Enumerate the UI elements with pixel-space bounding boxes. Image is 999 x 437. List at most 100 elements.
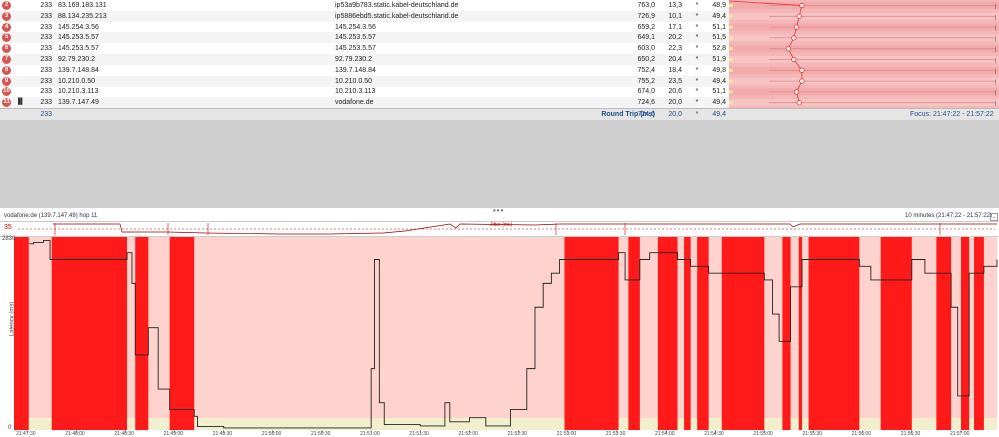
x-tick-label: 21:49:30 [212, 431, 233, 437]
summary-count: 233 [40, 111, 52, 118]
hop-graph-end-marker: | [995, 101, 996, 107]
x-tick-label: 21:53:00 [556, 431, 577, 437]
packet-loss-bar [808, 237, 860, 430]
summary-star: * [695, 111, 699, 118]
hop-count: 233 [40, 88, 52, 96]
hop-graph-point [799, 67, 805, 73]
x-tick-label: 21:57:00 [949, 431, 970, 437]
x-tick-label: 21:53:30 [605, 431, 626, 437]
hop-graph-end-marker: | [995, 69, 996, 75]
hop-graph-end-marker: | [995, 47, 996, 53]
hop-star: * [695, 56, 699, 63]
x-tick-label: 21:49:00 [163, 431, 184, 437]
empty-area [0, 120, 999, 208]
hop-packet-loss: 13,3 [668, 2, 682, 9]
hop-count: 233 [40, 56, 52, 63]
hop-number-badge: 9 [2, 76, 11, 86]
hop-hostname: 10.210.3.113 [335, 88, 376, 96]
packet-loss-bar [135, 237, 149, 430]
hop-hostname: 92.79.230.2 [335, 56, 372, 63]
graph-icon[interactable]: ▐▌ [16, 97, 25, 108]
hop-packet-loss: 20,4 [668, 56, 682, 63]
hop-graph-point [796, 100, 802, 106]
hop-avg: 752,4 [637, 66, 655, 74]
x-tick-label: 21:56:00 [851, 431, 872, 437]
hop-ip: 83.169.183.131 [58, 2, 107, 9]
hop-star: * [695, 66, 699, 74]
hop-graph-point [796, 13, 802, 19]
hop-ip: 145.253.5.57 [58, 45, 99, 53]
packet-loss-bar [960, 237, 970, 430]
x-tick-label: 21:55:30 [802, 431, 822, 437]
packet-loss-bar [169, 237, 195, 430]
hop-avg: 724,6 [637, 99, 655, 107]
packet-loss-bar [564, 237, 619, 430]
y-axis-min-label: 0 [8, 425, 12, 431]
hop-current: 51,1 [712, 23, 726, 31]
hop-number-badge: 6 [2, 44, 11, 54]
packet-loss-bar [51, 237, 128, 430]
packet-loss-bar [974, 237, 984, 430]
packet-loss-bar [880, 237, 912, 430]
hop-current: 49,4 [712, 77, 726, 85]
hop-ip: 139.7.147.49 [58, 99, 99, 107]
packet-loss-bar [684, 237, 691, 430]
timeline-range[interactable]: 10 minutes (21:47:22 - 21:57:22) [905, 212, 992, 221]
hop-graph-point [793, 24, 800, 30]
hop-ip: 92.79.230.2 [58, 56, 95, 63]
hop-star: * [695, 77, 699, 85]
hop-graph-point [799, 78, 805, 84]
hop-avg: 650,2 [637, 56, 655, 63]
hop-count: 233 [40, 12, 52, 20]
summary-focus: Focus: 21:47:22 - 21:57:22 [910, 111, 994, 118]
hop-packet-loss: 17,1 [668, 23, 682, 31]
hop-graph-end-marker: | [995, 26, 996, 32]
hop-hostname: 145.254.3.56 [335, 23, 376, 31]
hop-star: * [695, 2, 699, 9]
hop-ip: 145.253.5.57 [58, 34, 99, 42]
hop-current: 52,8 [712, 45, 726, 53]
packet-loss-bar [657, 237, 678, 430]
hop-graph-end-marker: | [995, 36, 996, 42]
hop-packet-loss: 20,2 [668, 34, 682, 42]
x-tick-label: 21:55:00 [753, 431, 773, 437]
hop-graph-baseline [729, 4, 733, 7]
x-tick-label: 21:52:30 [507, 431, 528, 437]
hop-graph-point [793, 89, 800, 95]
hop-latency-graph-svg: | | | | | | | | | | [729, 0, 999, 107]
hop-graph-end-marker: | [995, 80, 996, 86]
hop-current: 51,5 [712, 34, 726, 42]
x-tick-label: 21:51:00 [360, 431, 380, 437]
hop-graph-end-marker: | [995, 90, 996, 96]
hop-star: * [695, 12, 699, 20]
hop-graph-baseline [729, 14, 733, 18]
x-tick-label: 21:48:30 [114, 431, 134, 437]
hop-ip: 10.210.3.113 [58, 88, 99, 96]
hop-packet-loss: 18,4 [668, 66, 682, 74]
hop-number-badge: 8 [2, 65, 11, 75]
hop-graph-baseline [729, 47, 733, 51]
jitter-axis-label: Jitter (ms) [490, 222, 513, 228]
summary-current: 49,4 [712, 111, 726, 118]
summary-avg: 724,6 [637, 111, 655, 118]
hop-number-badge: 4 [2, 22, 11, 32]
hop-graph-baseline [729, 58, 733, 61]
packet-loss-bar [798, 237, 803, 430]
hop-star: * [695, 45, 699, 53]
x-tick-label: 21:50:30 [311, 431, 331, 437]
x-tick-label: 21:51:30 [409, 431, 429, 437]
hop-graph-baseline [729, 90, 733, 94]
hop-ip: 145.254.3.56 [58, 23, 99, 31]
hop-graph-point [791, 35, 797, 41]
hop-graph-baseline [729, 79, 733, 83]
hop-star: * [695, 34, 699, 42]
hop-hostname: 10.210.0.50 [335, 77, 372, 85]
hop-hostname: ip53a9b783.static.kabel-deutschland.de [335, 2, 459, 9]
hop-graph-point [799, 2, 805, 9]
latency-chart: 2830 0 Latency (ms) 21:47:30 21:48:00 21:4… [0, 236, 999, 437]
x-tick-label: 21:54:00 [655, 431, 675, 437]
packet-loss-bar [721, 237, 765, 430]
x-tick-label: 21:50:00 [261, 431, 282, 437]
hop-graph-end-marker: | [995, 15, 996, 21]
range-dropdown-icon[interactable]: ⌄ [990, 213, 998, 221]
